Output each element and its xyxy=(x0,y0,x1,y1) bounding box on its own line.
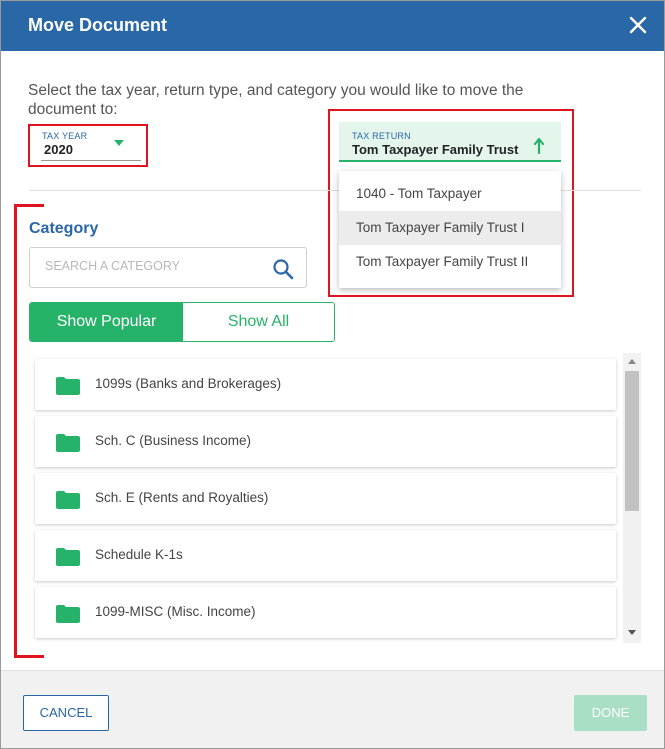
dialog-titlebar: Move Document xyxy=(1,1,664,51)
folder-icon xyxy=(56,548,80,566)
dialog-title: Move Document xyxy=(28,15,168,35)
search-icon[interactable] xyxy=(272,258,294,280)
scroll-thumb[interactable] xyxy=(625,371,639,511)
tax-return-select[interactable]: TAX RETURN Tom Taxpayer Family Trust xyxy=(339,122,561,162)
category-search-input[interactable] xyxy=(45,259,265,273)
dropdown-option-family-trust-ii[interactable]: Tom Taxpayer Family Trust II xyxy=(339,245,561,279)
close-icon[interactable] xyxy=(626,13,650,37)
category-view-toggle: Show Popular Show All xyxy=(29,302,335,342)
category-item-k1s[interactable]: Schedule K-1s xyxy=(35,530,616,581)
category-list-scrollbar[interactable] xyxy=(623,353,641,643)
arrow-up-icon xyxy=(534,138,544,154)
tax-return-value: Tom Taxpayer Family Trust xyxy=(352,142,519,157)
folder-icon xyxy=(56,605,80,623)
tax-return-dropdown-menu: 1040 - Tom Taxpayer Tom Taxpayer Family … xyxy=(339,171,561,288)
move-document-dialog: Move Document Select the tax year, retur… xyxy=(0,0,665,749)
scroll-down-arrow[interactable] xyxy=(628,630,636,635)
category-item-label: 1099s (Banks and Brokerages) xyxy=(95,376,282,391)
tax-year-label: TAX YEAR xyxy=(42,131,88,141)
folder-icon xyxy=(56,377,80,395)
done-button[interactable]: DONE xyxy=(574,695,647,731)
cancel-button[interactable]: CANCEL xyxy=(23,695,109,731)
category-item-sch-c[interactable]: Sch. C (Business Income) xyxy=(35,416,616,467)
category-item-sch-e[interactable]: Sch. E (Rents and Royalties) xyxy=(35,473,616,524)
category-item-label: Sch. E (Rents and Royalties) xyxy=(95,490,269,505)
show-all-button[interactable]: Show All xyxy=(183,303,334,341)
dropdown-option-family-trust-i[interactable]: Tom Taxpayer Family Trust I xyxy=(339,211,561,245)
category-item-label: 1099-MISC (Misc. Income) xyxy=(95,604,256,619)
tax-return-label: TAX RETURN xyxy=(352,131,411,141)
category-list: 1099s (Banks and Brokerages) Sch. C (Bus… xyxy=(29,353,641,643)
scroll-up-arrow[interactable] xyxy=(628,359,636,364)
folder-icon xyxy=(56,491,80,509)
category-item-1099s[interactable]: 1099s (Banks and Brokerages) xyxy=(35,359,616,410)
dialog-footer: CANCEL DONE xyxy=(1,670,664,748)
category-item-label: Schedule K-1s xyxy=(95,547,183,562)
category-search-box xyxy=(29,247,307,288)
chevron-down-icon xyxy=(114,140,124,146)
folder-icon xyxy=(56,434,80,452)
tax-year-select[interactable]: TAX YEAR 2020 xyxy=(41,129,141,161)
tax-year-value: 2020 xyxy=(44,142,73,157)
category-item-label: Sch. C (Business Income) xyxy=(95,433,252,448)
category-item-1099-misc[interactable]: 1099-MISC (Misc. Income) xyxy=(35,587,616,638)
show-popular-button[interactable]: Show Popular xyxy=(30,303,183,341)
dropdown-option-1040[interactable]: 1040 - Tom Taxpayer xyxy=(339,177,561,211)
category-heading: Category xyxy=(29,220,99,237)
